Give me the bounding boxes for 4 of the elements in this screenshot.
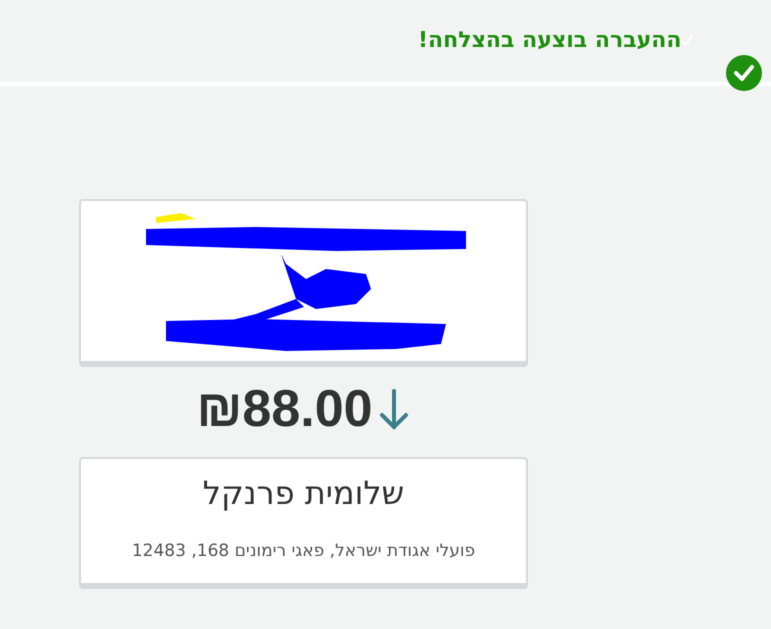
recipient-address: פועלי אגודת ישראל, פאגי רימונים 168, 12483 [132,540,476,563]
amount: ₪88.00 [196,383,373,435]
success-message: ההעברה בוצעה בהצלחה! [418,27,682,55]
recipient-name: שלומית פרנקל [202,473,404,514]
